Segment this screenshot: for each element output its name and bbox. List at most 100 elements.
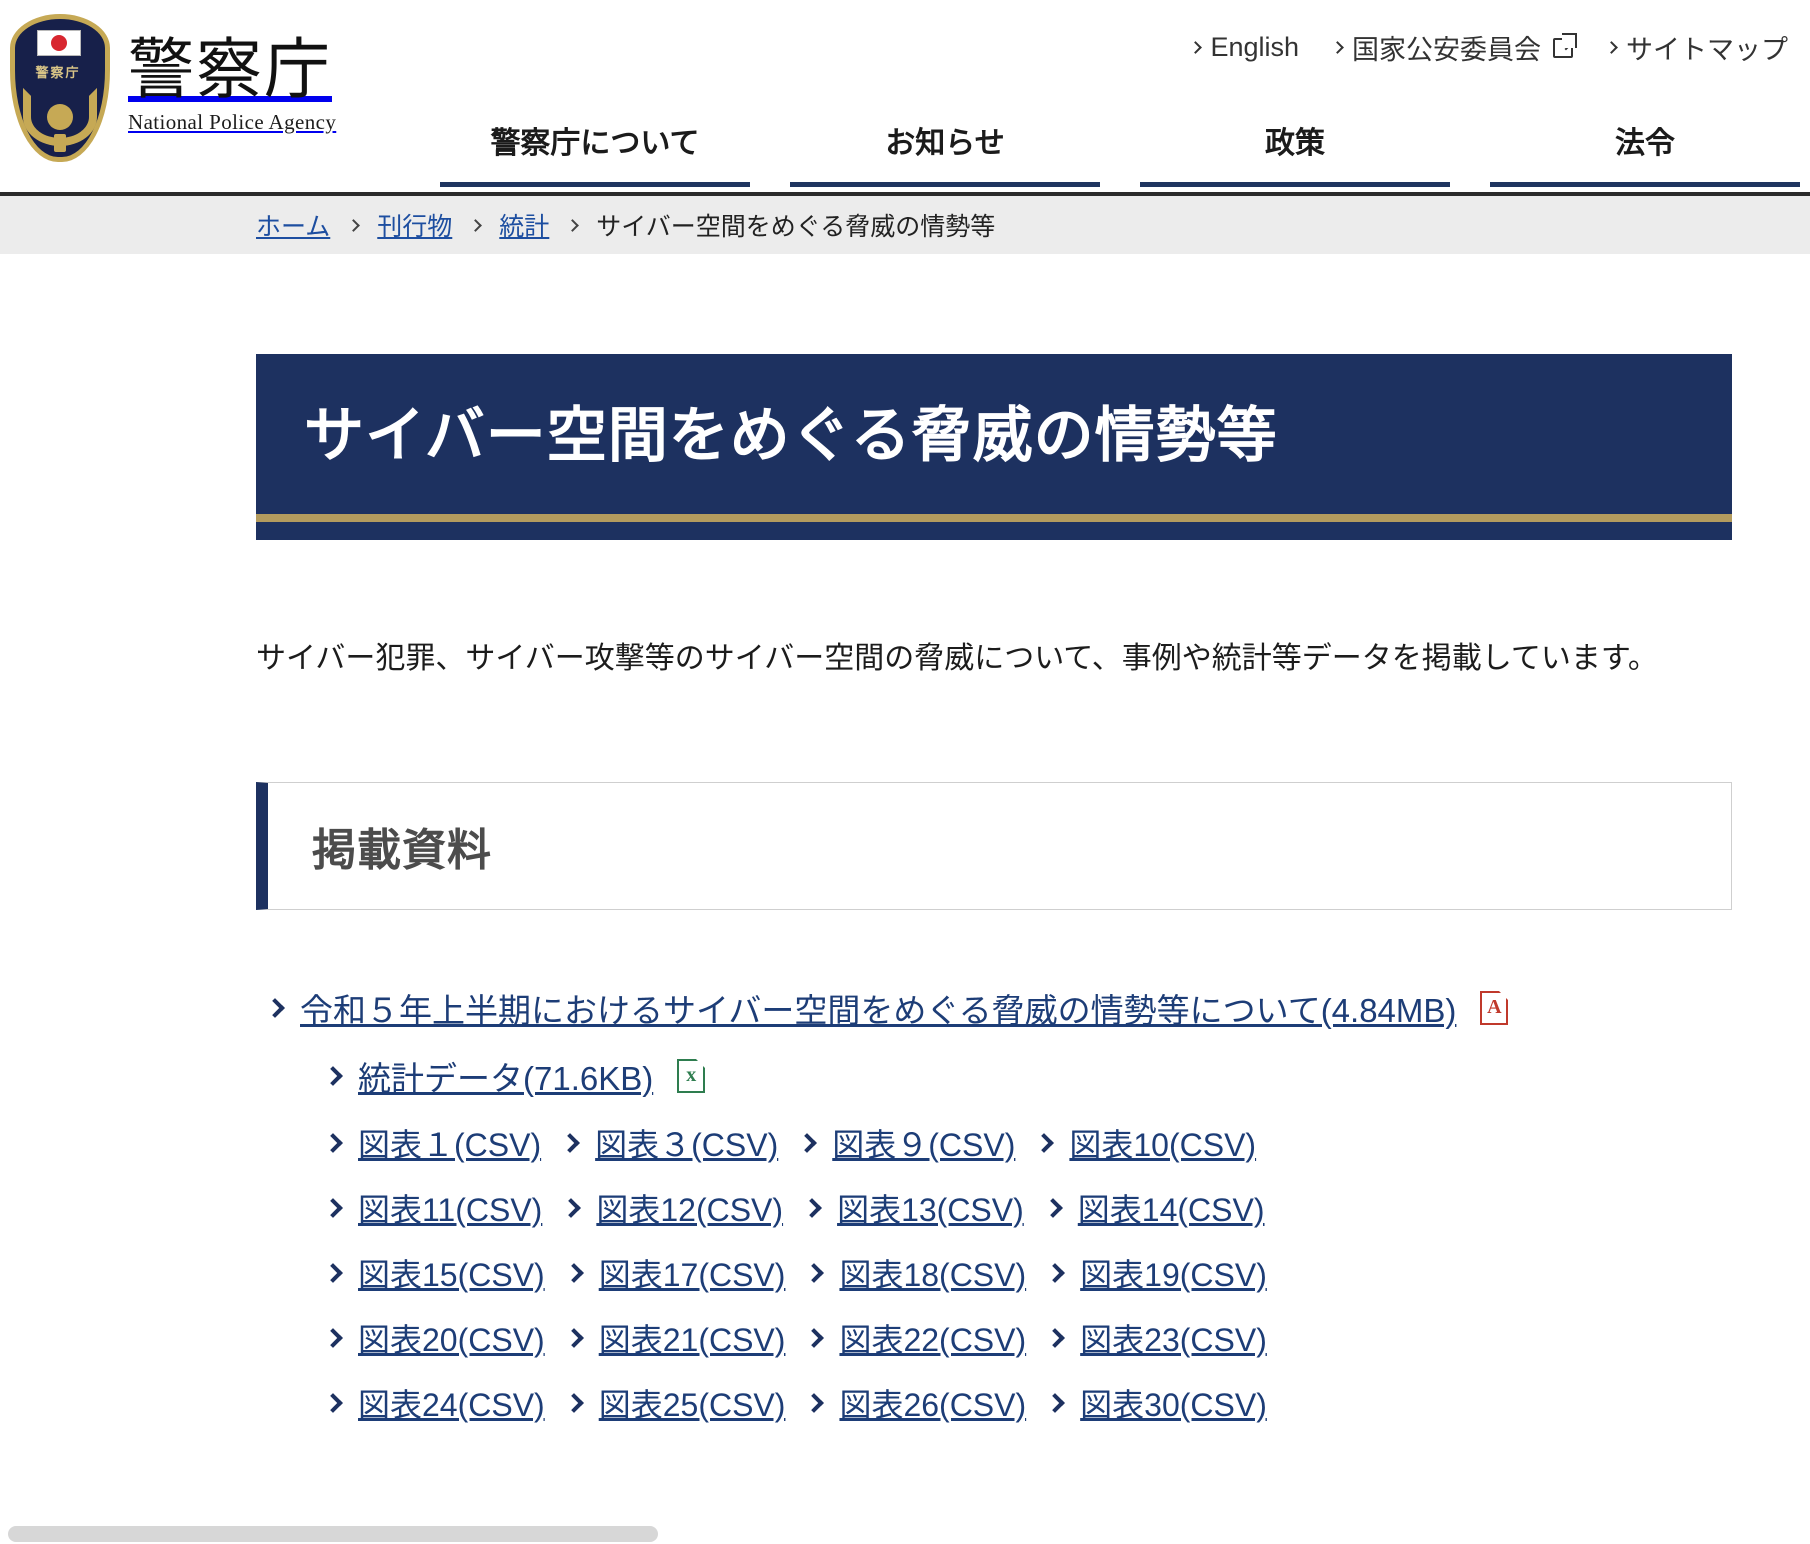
csv-link[interactable]: 図表１(CSV) (358, 1120, 541, 1166)
chevron-right-icon (323, 1392, 343, 1413)
breadcrumb-item-current: サイバー空間をめぐる脅威の情勢等 (596, 213, 996, 241)
csv-link[interactable]: 図表25(CSV) (599, 1380, 786, 1426)
nav-item-policy[interactable]: 政策 (1140, 118, 1450, 187)
chevron-right-icon (1189, 41, 1203, 54)
list-item: 図表11(CSV) (323, 1185, 542, 1231)
list-item: 図表30(CSV) (1045, 1380, 1267, 1426)
horizontal-scrollbar[interactable] (0, 1522, 1810, 1544)
csv-link[interactable]: 図表18(CSV) (839, 1250, 1026, 1296)
chevron-right-icon (566, 218, 580, 232)
chevron-right-icon (804, 1327, 825, 1348)
scrollbar-thumb[interactable] (8, 1526, 658, 1542)
chevron-right-icon (1045, 1392, 1066, 1413)
csv-link[interactable]: 図表10(CSV) (1069, 1120, 1256, 1166)
csv-link[interactable]: 図表20(CSV) (358, 1315, 545, 1361)
list-item: 図表25(CSV) (563, 1380, 786, 1426)
breadcrumb-item-home[interactable]: ホーム (256, 207, 330, 243)
list-item: 図表17(CSV) (563, 1250, 786, 1296)
site-header: 警察庁 警察庁 National Police Agency English 国… (0, 0, 1810, 196)
section-title: 掲載資料 (312, 825, 492, 875)
csv-link-row: 図表15(CSV) 図表17(CSV) 図表18(CSV) 図表19(CSV) (323, 1250, 1810, 1296)
chevron-right-icon (1042, 1197, 1063, 1218)
csv-link[interactable]: 図表13(CSV) (837, 1185, 1024, 1231)
csv-link[interactable]: 図表14(CSV) (1078, 1185, 1265, 1231)
list-item: 図表13(CSV) (802, 1185, 1024, 1231)
csv-link[interactable]: 図表９(CSV) (832, 1120, 1015, 1166)
banner-gold-stripe (256, 514, 1732, 522)
csv-link[interactable]: 図表17(CSV) (599, 1250, 786, 1296)
utility-nav-item-english[interactable]: English (1189, 32, 1299, 63)
csv-link[interactable]: 図表22(CSV) (839, 1315, 1026, 1361)
chevron-right-icon (1045, 1327, 1066, 1348)
chevron-right-icon (802, 1197, 822, 1218)
chevron-right-icon (347, 218, 361, 232)
csv-link[interactable]: 図表３(CSV) (595, 1120, 778, 1166)
csv-link[interactable]: 図表12(CSV) (596, 1185, 783, 1231)
excel-statistics-link[interactable]: 統計データ(71.6KB) (358, 1052, 653, 1100)
chevron-right-icon (265, 997, 285, 1018)
utility-nav-item-sitemap[interactable]: サイトマップ (1605, 28, 1788, 67)
pdf-icon-glyph: A (1487, 996, 1502, 1019)
list-item: 図表21(CSV) (563, 1315, 786, 1361)
page-lead-text: サイバー犯罪、サイバー攻撃等のサイバー空間の脅威について、事例や統計等データを掲… (256, 642, 1658, 675)
list-item: 図表３(CSV) (560, 1120, 778, 1166)
nav-item-news[interactable]: お知らせ (790, 118, 1100, 187)
pdf-file-icon: A (1480, 989, 1510, 1025)
utility-nav-label: サイトマップ (1626, 35, 1788, 65)
nav-item-laws[interactable]: 法令 (1490, 118, 1800, 187)
chevron-right-icon (561, 1197, 582, 1218)
utility-nav-label: English (1210, 32, 1299, 62)
utility-nav-item-public-safety-commission[interactable]: 国家公安委員会 (1331, 28, 1577, 67)
excel-file-icon: x (677, 1057, 707, 1093)
chevron-right-icon (797, 1132, 818, 1153)
csv-link[interactable]: 図表23(CSV) (1080, 1315, 1267, 1361)
list-item: 図表26(CSV) (804, 1380, 1026, 1426)
breadcrumb-item-publications[interactable]: 刊行物 (377, 207, 452, 243)
csv-link-row: 図表20(CSV) 図表21(CSV) 図表22(CSV) 図表23(CSV) (323, 1315, 1810, 1361)
list-item: 図表14(CSV) (1042, 1185, 1265, 1231)
chevron-right-icon (1034, 1132, 1055, 1153)
section-heading-box: 掲載資料 (256, 781, 1732, 910)
breadcrumb-item-statistics[interactable]: 統計 (499, 207, 549, 243)
list-item: 図表18(CSV) (804, 1250, 1026, 1296)
chevron-right-icon (323, 1262, 343, 1283)
csv-link[interactable]: 図表15(CSV) (358, 1250, 545, 1296)
chevron-right-icon (323, 1197, 343, 1218)
excel-icon-glyph: x (686, 1064, 697, 1087)
list-item: 図表24(CSV) (323, 1380, 545, 1426)
chevron-right-icon (323, 1327, 343, 1348)
list-item: 図表９(CSV) (797, 1120, 1015, 1166)
csv-link[interactable]: 図表30(CSV) (1080, 1380, 1267, 1426)
csv-link-row: 図表１(CSV) 図表３(CSV) 図表９(CSV) 図表10(CSV) (323, 1120, 1810, 1166)
chevron-right-icon (323, 1132, 343, 1153)
list-item: 図表22(CSV) (804, 1315, 1026, 1361)
chevron-right-icon (1045, 1262, 1066, 1283)
chevron-right-icon (1331, 41, 1344, 54)
csv-link[interactable]: 図表26(CSV) (839, 1380, 1026, 1426)
chevron-right-icon (563, 1392, 584, 1413)
list-item: 図表10(CSV) (1034, 1120, 1256, 1166)
brand-title-jp: 警察庁 (128, 34, 332, 107)
page-title-banner: サイバー空間をめぐる脅威の情勢等 (256, 354, 1732, 540)
main-nav: 警察庁について お知らせ 政策 法令 (440, 118, 1800, 187)
list-item: 図表23(CSV) (1045, 1315, 1267, 1361)
pdf-report-link[interactable]: 令和５年上半期におけるサイバー空間をめぐる脅威の情勢等について(4.84MB) (300, 984, 1456, 1032)
utility-nav: English 国家公安委員会 サイトマップ (1189, 28, 1788, 67)
csv-link[interactable]: 図表19(CSV) (1080, 1250, 1267, 1296)
nav-item-about[interactable]: 警察庁について (440, 118, 750, 187)
crest-band-label: 警察庁 (35, 65, 81, 80)
chevron-right-icon (804, 1392, 825, 1413)
csv-link[interactable]: 図表11(CSV) (358, 1185, 542, 1231)
list-item: 図表19(CSV) (1045, 1250, 1267, 1296)
chevron-right-icon (1605, 41, 1618, 54)
list-item: 図表12(CSV) (561, 1185, 783, 1231)
chevron-right-icon (560, 1132, 581, 1153)
site-logo-link[interactable]: 警察庁 警察庁 National Police Agency (8, 12, 336, 164)
chevron-right-icon (323, 1065, 343, 1086)
list-item: 統計データ(71.6KB) x (323, 1052, 1810, 1100)
csv-link-row: 図表11(CSV) 図表12(CSV) 図表13(CSV) 図表14(CSV) (323, 1185, 1810, 1231)
csv-link[interactable]: 図表21(CSV) (599, 1315, 786, 1361)
csv-link[interactable]: 図表24(CSV) (358, 1380, 545, 1426)
chevron-right-icon (563, 1327, 584, 1348)
breadcrumb: ホーム 刊行物 統計 サイバー空間をめぐる脅威の情勢等 (0, 196, 1810, 254)
